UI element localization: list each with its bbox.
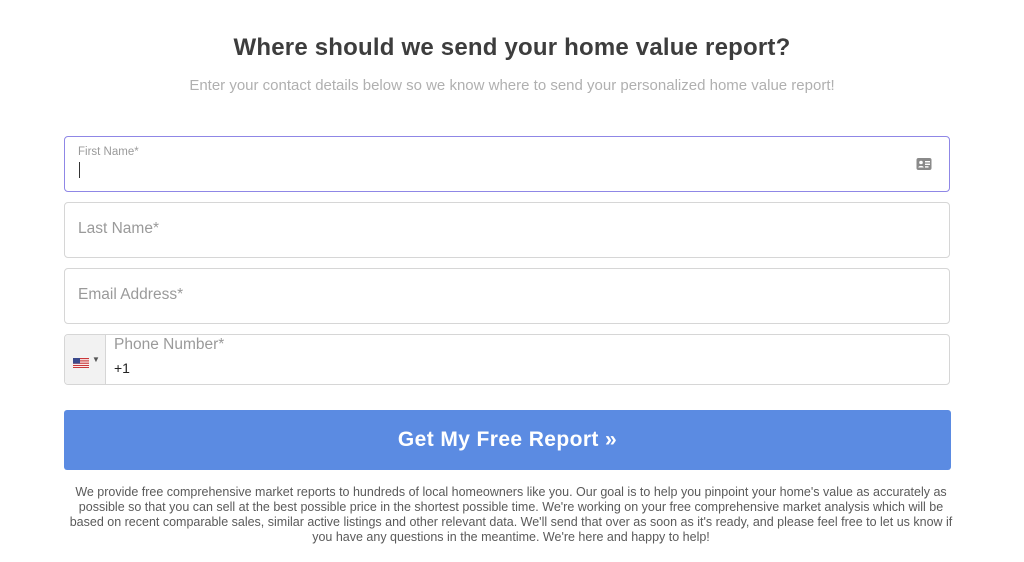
phone-field[interactable]: ▼ Phone Number* +1 [64, 334, 950, 385]
phone-value: +1 [114, 360, 130, 376]
email-field[interactable]: Email Address* [64, 268, 950, 324]
last-name-placeholder: Last Name* [78, 220, 159, 237]
us-flag-icon [73, 355, 89, 368]
last-name-field[interactable]: Last Name* [64, 202, 950, 258]
report-form-page: Where should we send your home value rep… [0, 0, 1024, 562]
disclaimer-text: We provide free comprehensive market rep… [69, 485, 953, 544]
page-title: Where should we send your home value rep… [233, 34, 791, 61]
chevron-down-icon: ▼ [92, 355, 100, 364]
text-cursor [79, 162, 80, 178]
country-selector[interactable]: ▼ [65, 335, 106, 384]
contact-card-icon[interactable] [916, 157, 932, 171]
get-report-button[interactable]: Get My Free Report » [64, 410, 951, 470]
first-name-label: First Name* [78, 146, 139, 158]
first-name-field[interactable]: First Name* [64, 136, 950, 192]
page-subtitle: Enter your contact details below so we k… [189, 77, 835, 94]
phone-label: Phone Number* [114, 336, 225, 353]
email-placeholder: Email Address* [78, 286, 184, 303]
